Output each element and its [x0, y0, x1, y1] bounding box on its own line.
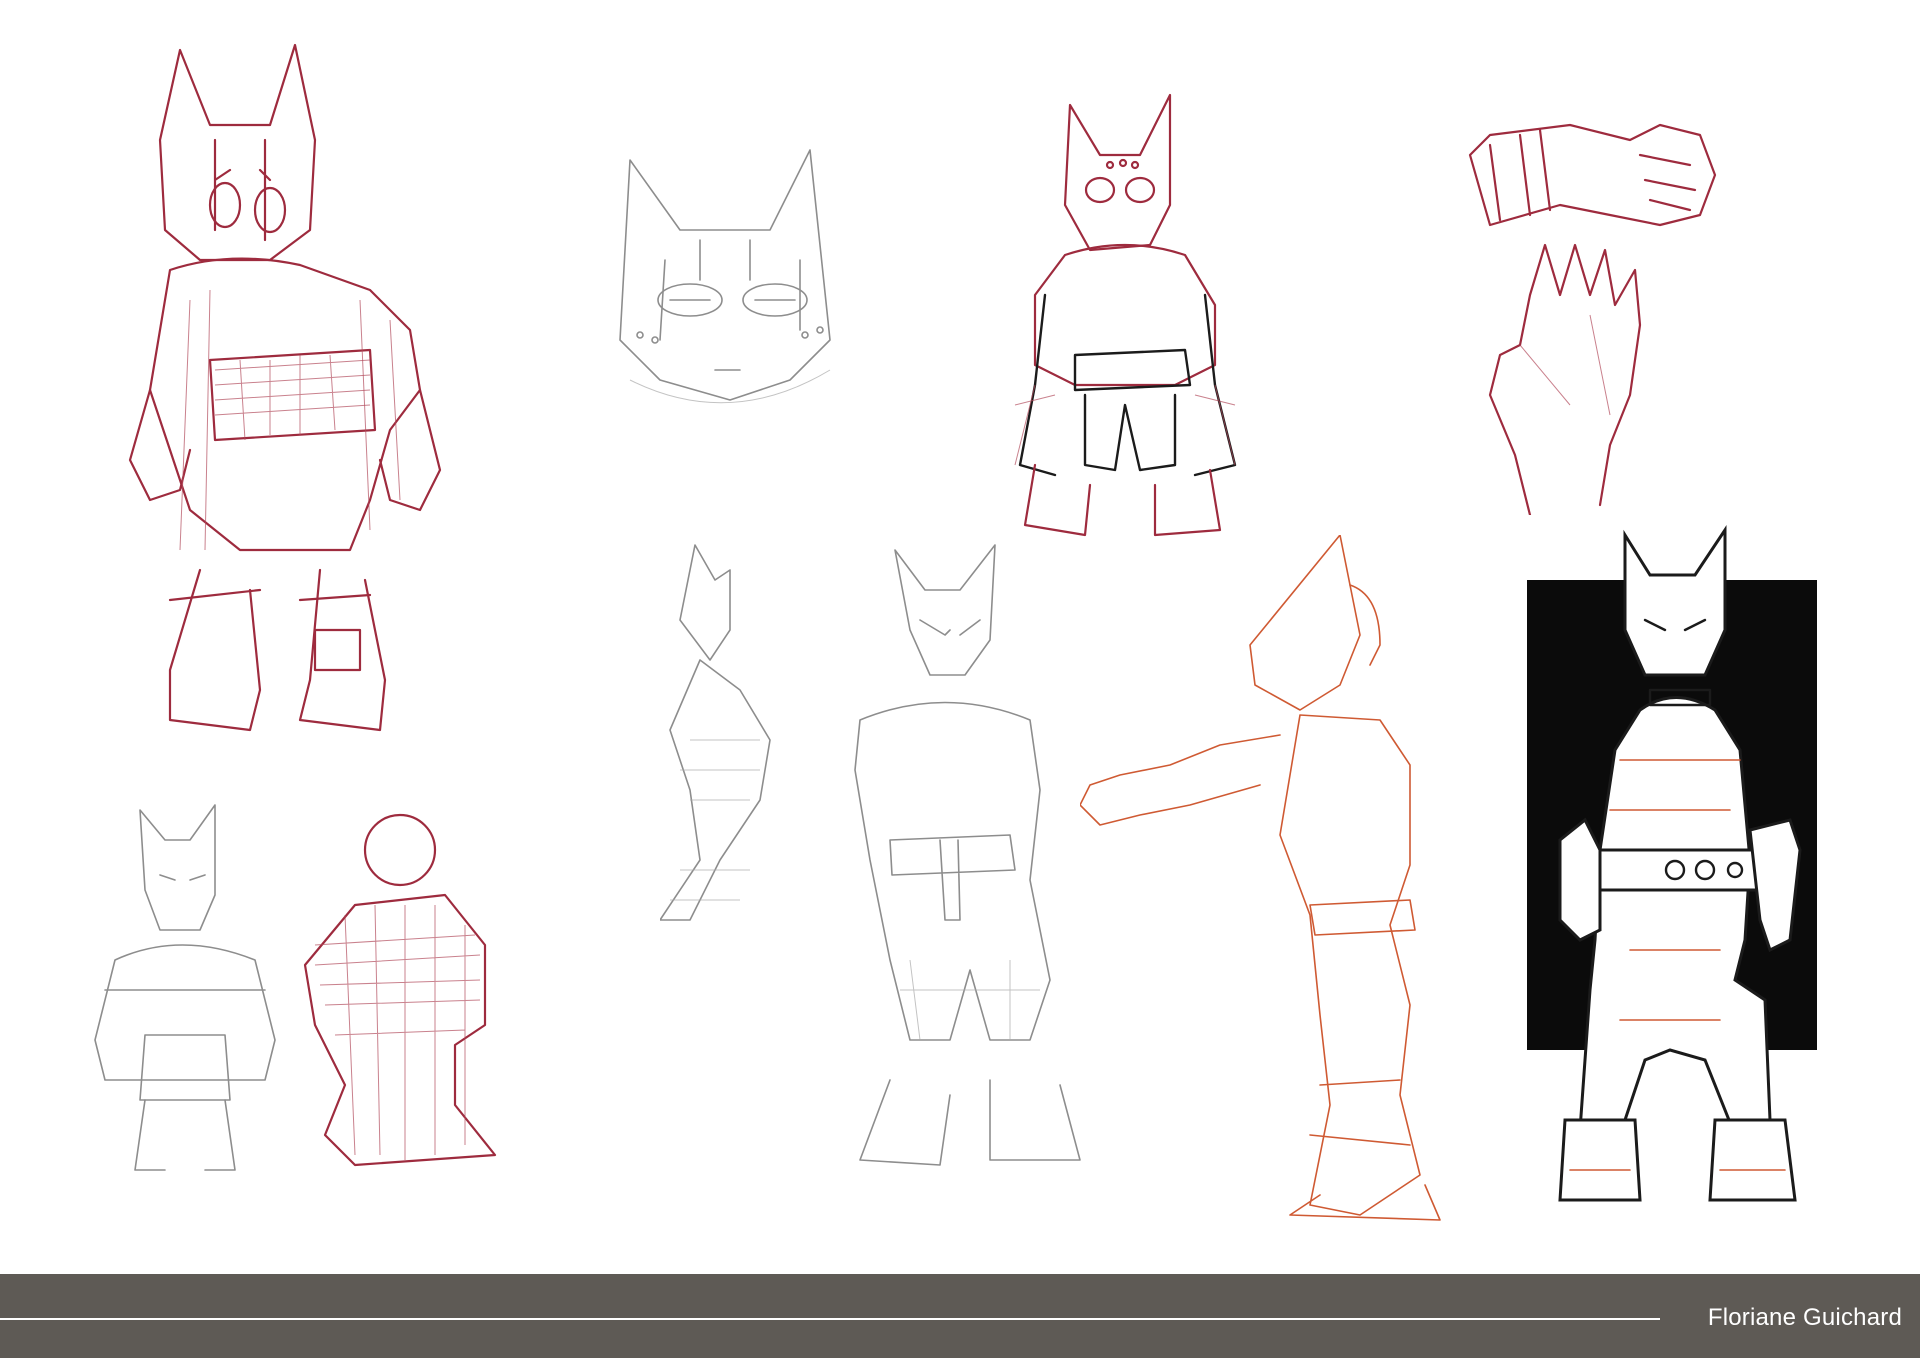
small-figure-red-sketch — [303, 813, 497, 1167]
fox-mask-face-graphite-sketch — [619, 149, 831, 404]
sketch-sheet — [0, 0, 1920, 1270]
hand-studies-red-sketch — [1468, 123, 1717, 515]
fox-figures-graphite-sketch — [660, 544, 1081, 1166]
footer-band: Floriane Guichard — [0, 1274, 1920, 1358]
footer-rule — [0, 1318, 1660, 1320]
small-fox-figure-graphite-sketch — [94, 804, 276, 1171]
artist-credit: Floriane Guichard — [1707, 1304, 1902, 1331]
fox-mask-warrior-red-sketch — [128, 43, 442, 732]
fox-mask-warrior-red-ink-sketch — [1014, 93, 1237, 537]
fox-figure-inked-black-panel — [1527, 525, 1817, 1202]
fox-figure-reaching-orange-sketch — [1080, 535, 1441, 1221]
